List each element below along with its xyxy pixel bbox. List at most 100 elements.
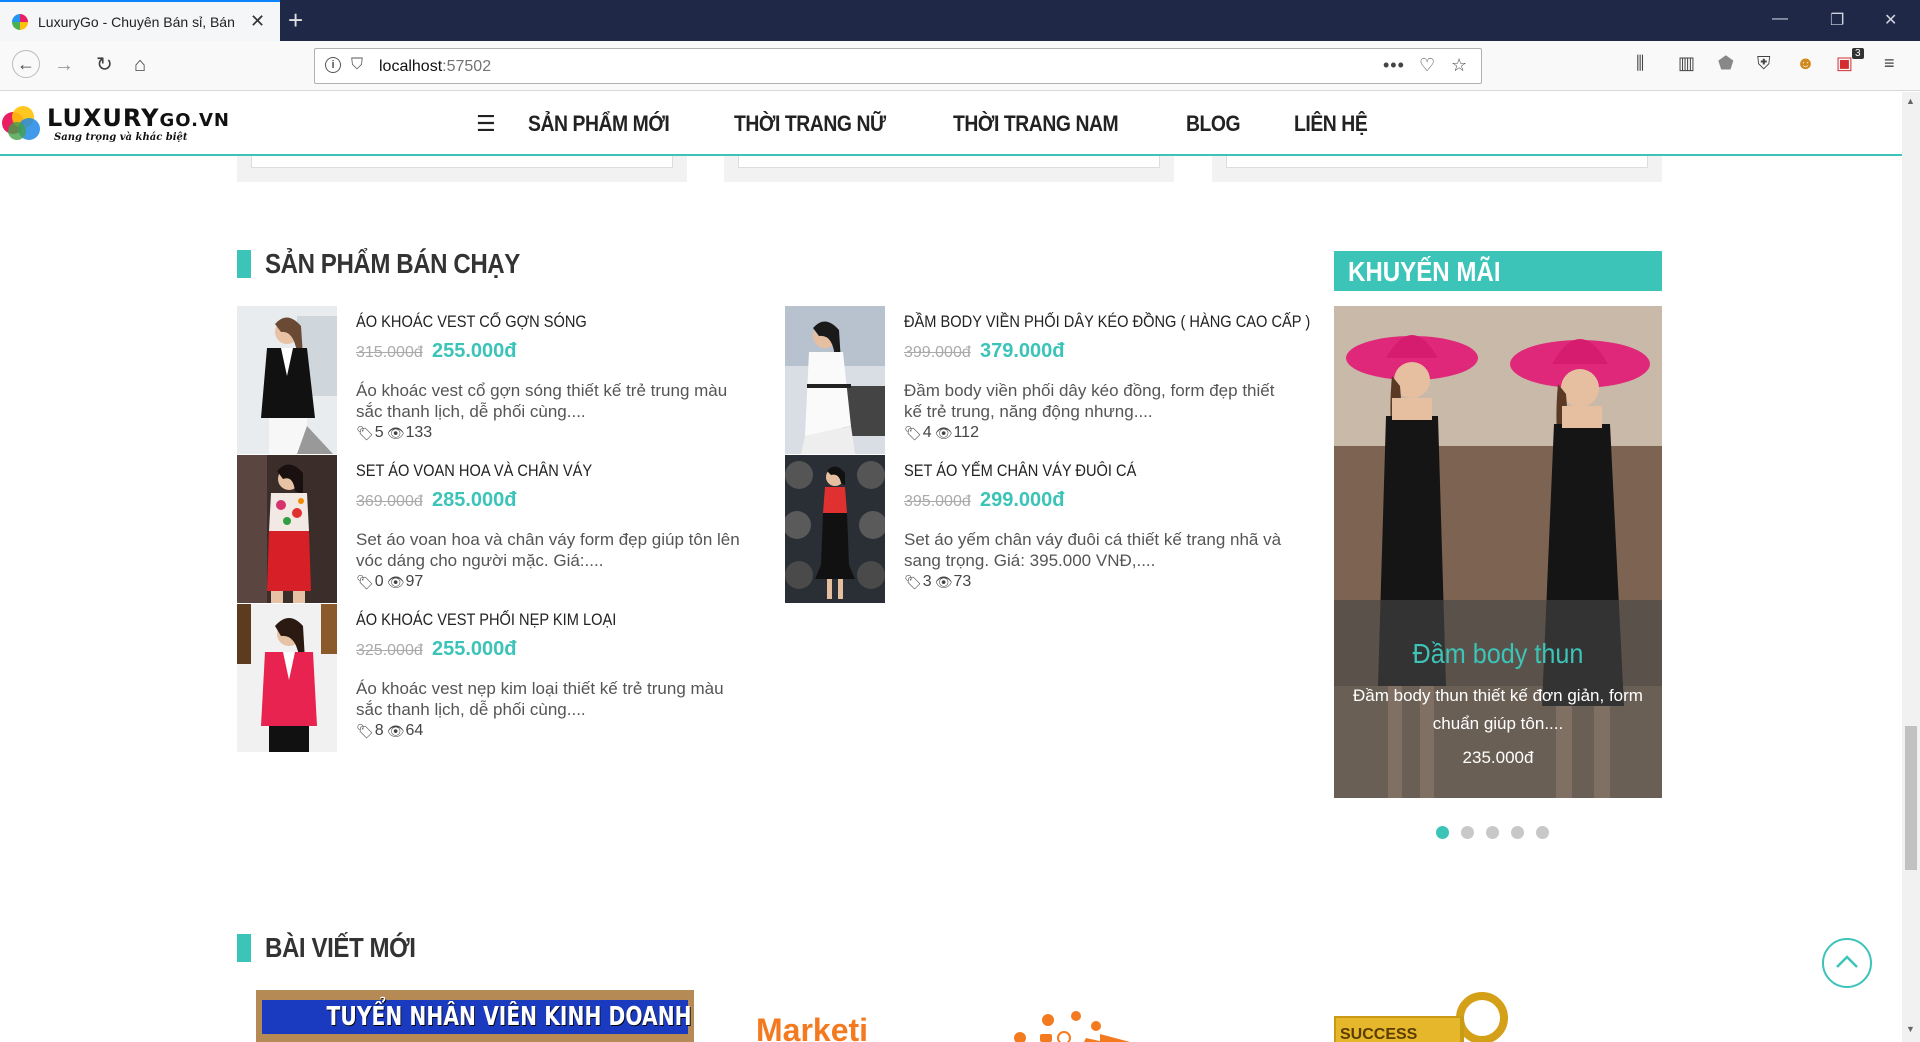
browser-tab-bar: LuxuryGo - Chuyên Bán sỉ, Bán ✕ + — ❐ ✕	[0, 0, 1920, 41]
list-item[interactable]: ĐẦM BODY VIỀN PHỐI DÂY KÉO ĐỒNG ( HÀNG C…	[785, 306, 1310, 456]
shield-extension-icon[interactable]: ⬟	[1718, 53, 1734, 74]
carousel-dot[interactable]	[1511, 826, 1524, 839]
product-meta: 🏷 5 👁 133	[356, 424, 433, 441]
close-tab-icon[interactable]: ✕	[250, 11, 265, 32]
tag-icon: 🏷	[356, 573, 374, 590]
close-window-icon[interactable]: ✕	[1884, 10, 1897, 30]
menu-item-blog[interactable]: BLOG	[1186, 111, 1241, 137]
heading-accent	[237, 250, 251, 278]
eye-icon: 👁	[934, 573, 953, 590]
library-icon[interactable]: ⫼	[1636, 53, 1644, 74]
browser-tab[interactable]: LuxuryGo - Chuyên Bán sỉ, Bán ✕	[0, 0, 280, 41]
sale-price: 379.000đ	[980, 340, 1065, 362]
menu-icon[interactable]: ≡	[1884, 53, 1895, 74]
browser-nav-bar: ← → ↻ ⌂ i ⛉ localhost:57502 ••• ♡ ☆ ⫼ ▥ …	[0, 41, 1920, 91]
product-image[interactable]	[237, 455, 337, 603]
heading-accent	[237, 934, 251, 962]
scroll-up-arrow-icon[interactable]: ▲	[1906, 96, 1915, 106]
sale-price: 285.000đ	[432, 489, 517, 511]
carousel-dots	[1436, 826, 1561, 839]
product-meta: 🏷 3 👁 73	[904, 573, 972, 590]
list-item[interactable]: ÁO KHOÁC VEST CỔ GỢN SÓNG 315.000đ 255.0…	[237, 306, 757, 456]
product-card	[237, 156, 687, 182]
forward-icon[interactable]: →	[54, 53, 74, 77]
menu-item-men[interactable]: THỜI TRANG NAM	[953, 111, 1119, 137]
megaphone-graphic	[1014, 1011, 1130, 1042]
product-description: Set áo yếm chân váy đuôi cá thiết kế tra…	[904, 530, 1282, 570]
scroll-to-top-button[interactable]	[1822, 938, 1872, 988]
tag-icon: 🏷	[904, 424, 922, 441]
product-description: Áo khoác vest cổ gợn sóng thiết kế trẻ t…	[356, 381, 728, 421]
info-icon[interactable]: i	[325, 57, 341, 73]
product-image[interactable]	[785, 306, 885, 454]
product-image[interactable]	[785, 455, 885, 603]
logo-text: LUXURYGO.VN	[47, 104, 230, 132]
restore-icon[interactable]: ❐	[1830, 10, 1844, 30]
eye-icon: 👁	[934, 424, 953, 441]
product-name[interactable]: ÁO KHOÁC VEST CỔ GỢN SÓNG	[356, 312, 587, 332]
promo-price: 235.000đ	[1462, 748, 1534, 767]
scroll-down-arrow-icon[interactable]: ▼	[1906, 1024, 1915, 1034]
old-price: 315.000đ	[356, 344, 423, 361]
page-actions-icon[interactable]: •••	[1383, 55, 1405, 76]
blog-thumbnail-text: Marketi	[756, 990, 876, 1042]
list-item[interactable]: SET ÁO VOAN HOA VÀ CHÂN VÁY 369.000đ 285…	[237, 455, 757, 605]
tracking-shield-icon[interactable]: ⛉	[351, 56, 363, 74]
extension-badge: 3	[1852, 48, 1864, 59]
product-name[interactable]: ĐẦM BODY VIỀN PHỐI DÂY KÉO ĐỒNG ( HÀNG C…	[904, 312, 1310, 332]
product-meta: 🏷 8 👁 64	[356, 722, 424, 739]
list-item[interactable]: SET ÁO YẾM CHÂN VÁY ĐUÔI CÁ 395.000đ 299…	[785, 455, 1305, 605]
carousel-dot[interactable]	[1436, 826, 1449, 839]
address-bar[interactable]: i ⛉ localhost:57502 ••• ♡ ☆	[314, 48, 1482, 84]
blog-thumbnail[interactable]	[1000, 990, 1200, 1042]
menu-item-women[interactable]: THỜI TRANG NỮ	[734, 111, 886, 137]
reload-icon[interactable]: ↻	[96, 53, 113, 77]
monkey-extension-icon[interactable]: ☻	[1796, 53, 1815, 74]
site-favicon-icon	[12, 14, 28, 30]
site-logo[interactable]: LUXURYGO.VN Sang trọng và khác biệt	[2, 100, 229, 150]
product-name[interactable]: ÁO KHOÁC VEST PHỐI NẸP KIM LOẠI	[356, 610, 616, 630]
minimize-icon[interactable]: —	[1772, 10, 1788, 28]
promo-product-name[interactable]: Đầm body thun	[1350, 638, 1645, 670]
product-image[interactable]	[237, 604, 337, 752]
product-meta: 🏷 0 👁 97	[356, 573, 424, 590]
list-item[interactable]: ÁO KHOÁC VEST PHỐI NẸP KIM LOẠI 325.000đ…	[237, 604, 757, 754]
url-text: localhost:57502	[379, 58, 492, 75]
bookmark-star-icon[interactable]: ☆	[1451, 55, 1467, 76]
blog-thumbnail[interactable]: SUCCESS	[1334, 990, 1514, 1042]
extension-icon[interactable]: ▣	[1836, 53, 1853, 74]
promo-caption: Đầm body thun Đầm body thun thiết kế đơn…	[1334, 600, 1662, 798]
home-icon[interactable]: ⌂	[134, 53, 146, 77]
bestsellers-title: SẢN PHẨM BÁN CHẠY	[265, 248, 520, 279]
promo-slide[interactable]: Đầm body thun Đầm body thun thiết kế đơn…	[1334, 306, 1662, 798]
carousel-dot[interactable]	[1461, 826, 1474, 839]
blog-heading: BÀI VIẾT MỚI	[237, 932, 440, 964]
hamburger-icon[interactable]: ☰	[476, 111, 496, 137]
back-icon[interactable]: ←	[12, 50, 40, 78]
product-description: Áo khoác vest nẹp kim loại thiết kế trẻ …	[356, 679, 724, 719]
carousel-dot[interactable]	[1536, 826, 1549, 839]
blog-thumbnail[interactable]: TUYỂN NHÂN VIÊN KINH DOANH ONLINE	[256, 990, 694, 1042]
eye-icon: 👁	[386, 722, 405, 739]
product-meta: 🏷 4 👁 112	[904, 424, 979, 441]
tag-icon: 🏷	[356, 424, 374, 441]
menu-item-contact[interactable]: LIÊN HỆ	[1294, 111, 1368, 137]
new-tab-icon[interactable]: +	[288, 5, 303, 36]
pocket-icon[interactable]: ♡	[1419, 55, 1435, 76]
old-price: 369.000đ	[356, 493, 423, 510]
carousel-dot[interactable]	[1486, 826, 1499, 839]
sidebar-icon[interactable]: ▥	[1678, 53, 1695, 74]
page-scrollbar[interactable]: ▲ ▼	[1902, 92, 1920, 1042]
menu-item-new-products[interactable]: SẢN PHẨM MỚI	[528, 111, 670, 137]
old-price: 395.000đ	[904, 493, 971, 510]
sale-price: 255.000đ	[432, 638, 517, 660]
ublock-icon[interactable]: ⛨	[1757, 53, 1771, 74]
scrollbar-thumb[interactable]	[1905, 726, 1917, 870]
web-page: LUXURYGO.VN Sang trọng và khác biệt ☰ SẢ…	[0, 92, 1902, 1042]
product-name[interactable]: SET ÁO YẾM CHÂN VÁY ĐUÔI CÁ	[904, 461, 1136, 481]
product-image[interactable]	[237, 306, 337, 454]
sale-price: 255.000đ	[432, 340, 517, 362]
product-description: Set áo voan hoa và chân váy form đẹp giú…	[356, 530, 740, 570]
old-price: 325.000đ	[356, 642, 423, 659]
product-name[interactable]: SET ÁO VOAN HOA VÀ CHÂN VÁY	[356, 461, 592, 481]
